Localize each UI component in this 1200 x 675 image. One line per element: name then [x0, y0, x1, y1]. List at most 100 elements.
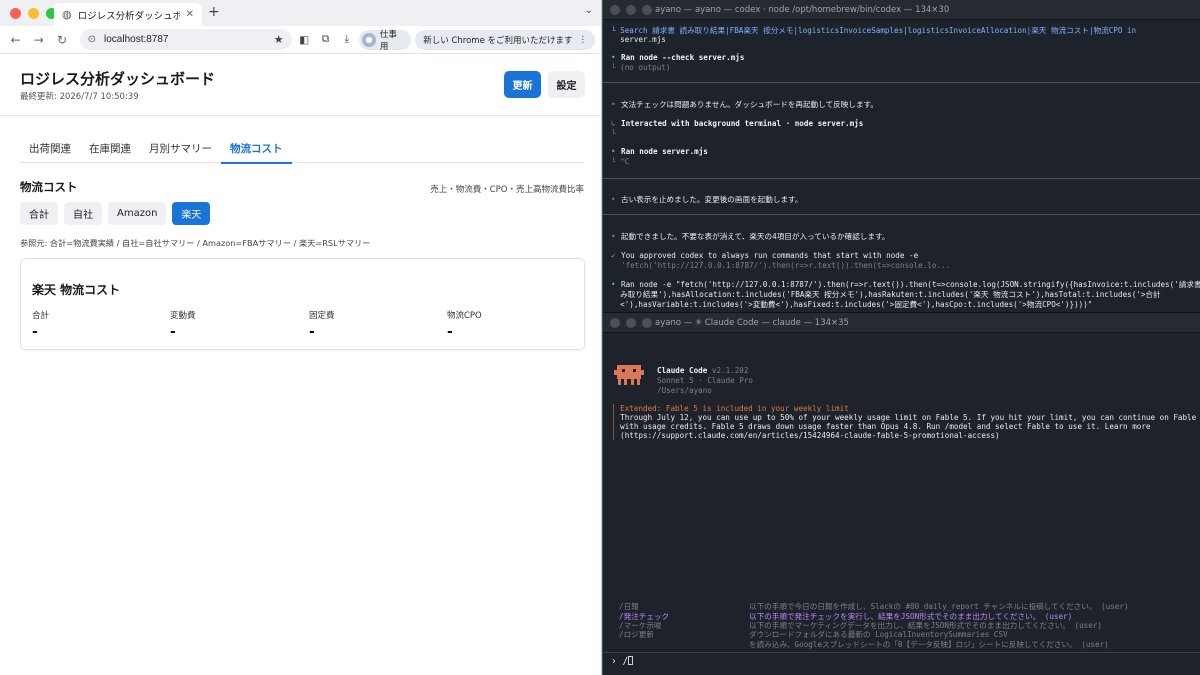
puzzle-icon[interactable]: ⧉	[317, 31, 334, 49]
tree-icon: ↳	[611, 119, 616, 128]
notice-text: Through July 12, you can use up to 50% o…	[620, 413, 1200, 422]
site-info-icon[interactable]: ⊙	[88, 34, 96, 45]
bullet-icon: •	[611, 232, 616, 241]
terminal-line: └ ^C	[611, 157, 630, 166]
message-text: 文法チェックは問題ありません。ダッシュボードを再起動して反映します。	[621, 100, 878, 109]
avatar: ●	[362, 32, 376, 47]
refresh-button[interactable]: 更新	[504, 71, 541, 98]
notice-bar: │	[611, 404, 621, 413]
close-window-button[interactable]	[610, 4, 620, 15]
filter-button[interactable]: 自社	[64, 202, 102, 225]
metric-total: 合計 -	[32, 309, 152, 340]
metric-label: 合計	[32, 311, 50, 321]
message-text: 古い表示を止めました。変更後の画面を起動します。	[621, 195, 803, 204]
close-window-button[interactable]	[10, 7, 21, 19]
url-text: localhost:8787	[104, 34, 169, 45]
command-text: Ran node server.mjs	[621, 147, 708, 156]
last-updated-text: 最終更新: 2026/7/7 10:50:39	[20, 92, 139, 102]
tab-2[interactable]: 在庫関連	[80, 132, 140, 163]
profile-button[interactable]: ● 仕事用	[359, 29, 412, 52]
metric-cpo: 物流CPO -	[447, 309, 567, 340]
chrome-update-button[interactable]: 新しい Chrome をご利用いただけます ⋮	[415, 29, 595, 50]
terminal-line: └ Search 請求書 読み取り結果|FBA楽天 按分メモ|logistics…	[611, 25, 1136, 36]
reference-note: 参照元: 合計=物流費実績 / 自社=自社サマリー / Amazon=FBAサマ…	[20, 238, 371, 248]
download-icon[interactable]: ⤓	[338, 31, 355, 49]
globe-icon: ◍	[62, 8, 72, 21]
minimize-window-button[interactable]	[626, 317, 636, 328]
notice-bar: │	[611, 413, 621, 422]
filter-button[interactable]: Amazon	[108, 202, 167, 225]
claude-code-terminal-window[interactable]: ayano — ✳ Claude Code — claude — 134×35 …	[603, 312, 1200, 675]
section-title: 物流コスト	[20, 180, 78, 194]
settings-button[interactable]: 設定	[548, 71, 585, 98]
status-dot-icon: •	[611, 147, 616, 156]
close-tab-icon[interactable]: ✕	[186, 9, 194, 20]
codex-terminal-window[interactable]: ayano — ayano — codex · node /opt/homebr…	[603, 0, 1200, 312]
notice-line: │ (https://support.claude.com/en/article…	[611, 431, 1000, 440]
app-header: Claude Code v2.1.202	[657, 366, 748, 375]
filter-button[interactable]: 合計	[20, 202, 58, 225]
channel-filter-group: 合計 自社 Amazon 楽天	[20, 202, 211, 225]
status-dot-icon: •	[611, 53, 616, 62]
metric-label: 固定費	[309, 311, 335, 321]
notice-link[interactable]: (https://support.claude.com/en/articles/…	[620, 431, 999, 440]
terminal-line: ↳ Interacted with background terminal · n…	[611, 119, 863, 128]
metric-label: 物流CPO	[447, 311, 482, 321]
notice-line: │ with usage credits. Fable 5 draws down…	[611, 422, 1151, 431]
window-controls	[610, 317, 652, 328]
claude-logo-icon	[614, 365, 644, 387]
new-tab-button[interactable]: +	[208, 4, 220, 20]
approval-detail: 'fetch('http://127.0.0.1:8787/').then(r=…	[621, 261, 951, 270]
zoom-window-button[interactable]	[642, 317, 652, 328]
approval-text: You approved codex to always run command…	[621, 251, 919, 260]
terminal-line: • 古い表示を止めました。変更後の画面を起動します。	[611, 194, 803, 205]
browser-tab-title: ロジレス分析ダッシュボード	[77, 10, 180, 22]
tab-1[interactable]: 出荷関連	[20, 132, 80, 163]
chevron-down-icon[interactable]: ⌄	[585, 5, 593, 16]
command-description: ダウンロードフォルダにある最新の LogicalInventorySummari…	[749, 630, 1008, 639]
browser-tab[interactable]: ◍ ロジレス分析ダッシュボード ✕	[54, 3, 202, 26]
section-note: 売上・物流費・CPO・売上高物流費比率	[430, 185, 584, 195]
command-name: /ロジ更新	[619, 630, 654, 639]
reload-button[interactable]: ↻	[52, 30, 71, 50]
tab-3[interactable]: 月別サマリー	[140, 132, 221, 163]
model-info: Sonnet 5 · Claude Pro	[657, 376, 754, 385]
filter-button[interactable]: 楽天	[172, 202, 211, 225]
terminal-line: ✓ You approved codex to always run comman…	[611, 251, 918, 260]
back-button[interactable]: ←	[6, 30, 25, 50]
notice-bar: │	[611, 431, 621, 440]
bullet-icon: •	[611, 100, 616, 109]
profile-label: 仕事用	[379, 29, 397, 52]
working-directory: /Users/ayano	[657, 386, 712, 395]
metric-value: -	[309, 324, 315, 340]
rakuten-cost-card: 楽天 物流コスト 合計 - 変動費 - 固定費 - 物流CPO -	[20, 258, 585, 350]
forward-button[interactable]: →	[29, 30, 48, 50]
terminal-line: • Ran node server.mjs	[611, 147, 708, 156]
minimize-window-button[interactable]	[28, 7, 39, 19]
extension-icon[interactable]: ◧	[296, 31, 313, 49]
minimize-window-button[interactable]	[626, 4, 636, 15]
prompt-chevron-icon: ›	[611, 656, 617, 667]
address-bar[interactable]: ⊙ localhost:8787 ★	[79, 29, 292, 50]
browser-tab-bar: ◍ ロジレス分析ダッシュボード ✕ + ⌄	[0, 0, 601, 26]
more-menu-icon[interactable]: ⋮	[579, 35, 588, 45]
window-controls	[610, 4, 652, 15]
divider	[603, 652, 1200, 653]
notice-text: with usage credits. Fable 5 draws down u…	[620, 422, 1151, 431]
browser-toolbar: ← → ↻ ⊙ localhost:8787 ★ ◧ ⧉ ⤓ ● 仕事用 新しい…	[0, 26, 601, 54]
notice-bar: │	[611, 422, 621, 431]
terminal-line: 'fetch('http://127.0.0.1:8787/').then(r=…	[611, 261, 950, 270]
tab-4[interactable]: 物流コスト	[221, 132, 292, 164]
terminal-line: • Ran node --check server.mjs	[611, 53, 744, 62]
close-window-button[interactable]	[610, 317, 620, 328]
browser-window: ◍ ロジレス分析ダッシュボード ✕ + ⌄ ← → ↻ ⊙ localhost:…	[0, 0, 602, 675]
zoom-window-button[interactable]	[642, 4, 652, 15]
search-command-text: └ Search 請求書 読み取り結果|FBA楽天 按分メモ|logistics…	[611, 26, 1137, 35]
notice-line: │ Through July 12, you can use up to 50%…	[611, 413, 1200, 422]
message-text: 起動できました。不要な表が消えて、楽天の4項目が入っているか確認します。	[621, 232, 890, 241]
bookmark-star-icon[interactable]: ★	[274, 33, 284, 46]
prompt-line[interactable]: › /	[611, 656, 634, 667]
dashboard-header: ロジレス分析ダッシュボード 最終更新: 2026/7/7 10:50:39 更新…	[0, 54, 601, 116]
chrome-update-label: 新しい Chrome をご利用いただけます	[423, 35, 573, 46]
terminal-line: <'),hasVariable:t.includes('>変動費<'),hasF…	[611, 300, 1093, 309]
